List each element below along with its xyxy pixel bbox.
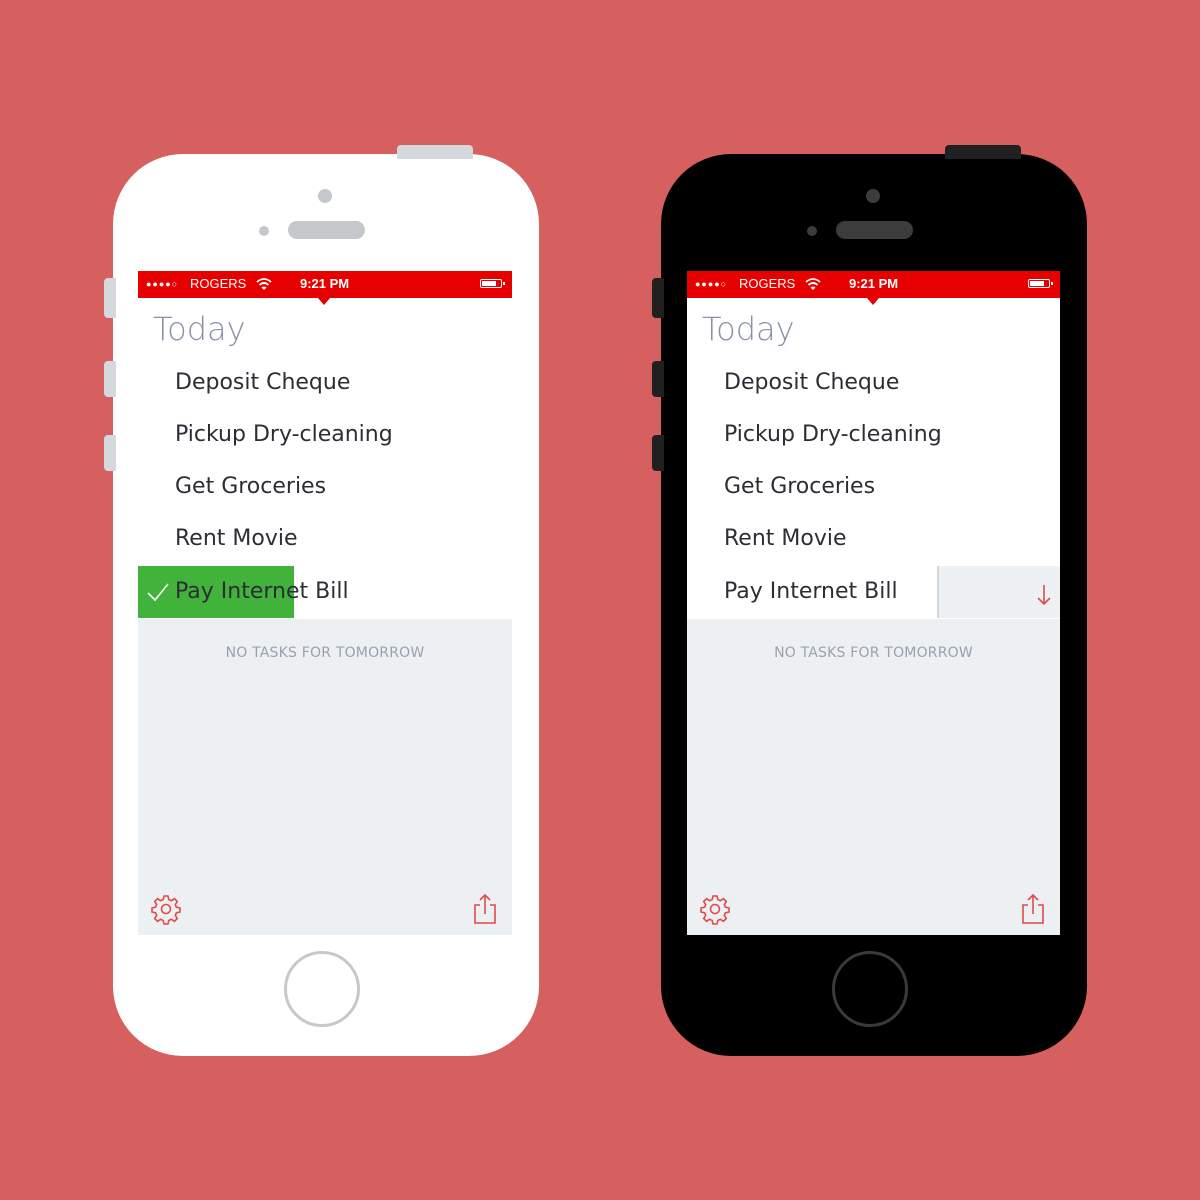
task-row-swiping-defer[interactable]: Pay Internet Bill: [687, 566, 1060, 618]
signal-strength: ●●●●○: [695, 279, 728, 289]
task-label: Rent Movie: [724, 526, 847, 551]
task-row[interactable]: Pickup Dry-cleaning: [687, 409, 1060, 461]
white-phone: ●●●●○ ROGERS 9:21 PM Today Deposit Chequ…: [104, 145, 539, 1056]
wifi-icon: [256, 278, 272, 290]
empty-tomorrow-message: NO TASKS FOR TOMORROW: [774, 645, 973, 661]
task-label: Get Groceries: [724, 474, 876, 499]
empty-tomorrow-message: NO TASKS FOR TOMORROW: [225, 645, 425, 661]
task-row[interactable]: Rent Movie: [138, 513, 512, 565]
battery-icon: [1028, 279, 1053, 288]
task-label: Pay Internet Bill: [724, 579, 898, 604]
carrier-name: ROGERS: [739, 276, 796, 291]
arrow-down-icon: [1037, 585, 1051, 606]
page-title: Today: [702, 310, 795, 348]
volume-down-button: [652, 435, 664, 471]
status-bar: ●●●●○ ROGERS 9:21 PM: [138, 271, 512, 298]
task-row[interactable]: Deposit Cheque: [687, 357, 1060, 409]
mute-switch: [104, 278, 116, 318]
task-row[interactable]: Rent Movie: [687, 513, 1060, 565]
status-bar-pointer: [867, 298, 879, 305]
share-icon[interactable]: [472, 893, 498, 925]
wifi-icon: [805, 278, 821, 290]
status-time: 9:21 PM: [849, 276, 899, 291]
volume-down-button: [104, 435, 116, 471]
gear-icon[interactable]: [150, 893, 182, 925]
status-time: 9:21 PM: [300, 276, 350, 291]
task-label: Deposit Cheque: [724, 370, 900, 395]
home-button[interactable]: [284, 951, 360, 1027]
front-camera: [318, 189, 332, 203]
volume-up-button: [104, 361, 116, 397]
signal-strength: ●●●●○: [146, 279, 179, 289]
task-row-swiping-complete[interactable]: Pay Internet Bill: [138, 566, 512, 618]
task-label: Rent Movie: [175, 526, 298, 551]
status-bar: ●●●●○ ROGERS 9:21 PM: [687, 271, 1060, 298]
battery-icon: [480, 279, 505, 288]
page-title: Today: [153, 310, 246, 348]
volume-up-button: [652, 361, 664, 397]
app-screen: ●●●●○ ROGERS 9:21 PM Today Deposit Chequ…: [687, 271, 1060, 935]
checkmark-icon: [147, 583, 169, 602]
earpiece-speaker: [288, 221, 365, 239]
app-screen: ●●●●○ ROGERS 9:21 PM Today Deposit Chequ…: [138, 271, 512, 935]
task-label: Pay Internet Bill: [175, 579, 349, 604]
task-label: Pickup Dry-cleaning: [175, 422, 393, 447]
tomorrow-section: NO TASKS FOR TOMORROW: [138, 619, 512, 935]
proximity-sensor: [807, 226, 817, 236]
power-button: [397, 145, 473, 159]
carrier-name: ROGERS: [190, 276, 247, 291]
power-button: [945, 145, 1021, 159]
task-row[interactable]: Get Groceries: [138, 461, 512, 513]
home-button[interactable]: [832, 951, 908, 1027]
status-bar-pointer: [318, 298, 330, 305]
task-label: Deposit Cheque: [175, 370, 351, 395]
share-icon[interactable]: [1020, 893, 1046, 925]
task-row[interactable]: Pickup Dry-cleaning: [138, 409, 512, 461]
task-row[interactable]: Get Groceries: [687, 461, 1060, 513]
task-row[interactable]: Deposit Cheque: [138, 357, 512, 409]
proximity-sensor: [259, 226, 269, 236]
task-label: Get Groceries: [175, 474, 327, 499]
mute-switch: [652, 278, 664, 318]
gear-icon[interactable]: [699, 893, 731, 925]
front-camera: [866, 189, 880, 203]
earpiece-speaker: [836, 221, 913, 239]
task-label: Pickup Dry-cleaning: [724, 422, 942, 447]
black-phone: ●●●●○ ROGERS 9:21 PM Today Deposit Chequ…: [652, 145, 1087, 1056]
move-to-tomorrow-panel: [937, 566, 1060, 618]
tomorrow-section: NO TASKS FOR TOMORROW: [687, 619, 1060, 935]
